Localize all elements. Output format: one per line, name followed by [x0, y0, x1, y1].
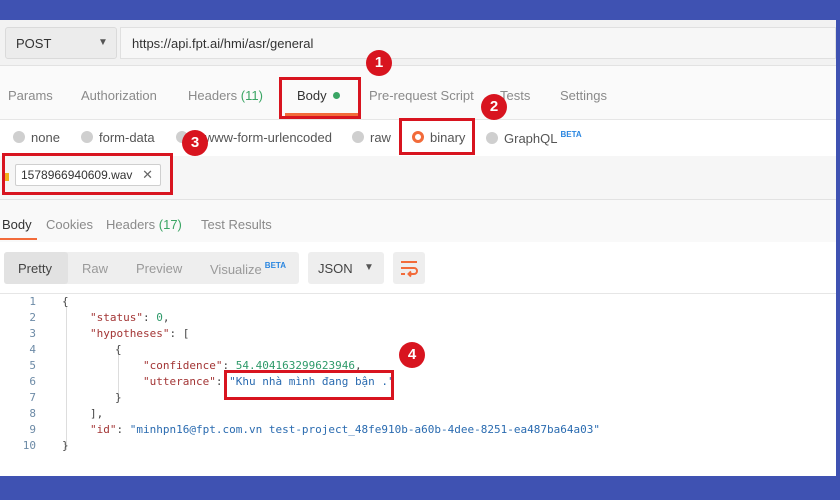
- format-toolbar: Pretty Raw Preview Visualize BETA JSON ▼: [0, 242, 836, 294]
- tab-settings[interactable]: Settings: [560, 88, 607, 103]
- chevron-down-icon: ▼: [98, 37, 108, 48]
- response-body-editor[interactable]: 1 { 2 "status": 0, 3 "hypotheses": [ 4 {…: [0, 294, 836, 476]
- step-badge-3: 3: [182, 130, 208, 156]
- method-label: POST: [16, 36, 52, 51]
- annotation-box-file: [2, 153, 173, 195]
- window-frame-bottom: [0, 476, 840, 500]
- language-select[interactable]: JSON ▼: [308, 252, 384, 284]
- tab-authorization[interactable]: Authorization: [81, 88, 157, 103]
- resp-tab-headers-label: Headers: [106, 217, 156, 232]
- language-label: JSON: [318, 261, 353, 276]
- radio-circle-icon: [81, 131, 93, 143]
- chevron-down-icon: ▼: [364, 262, 374, 273]
- tab-headers-count: (11): [240, 88, 263, 103]
- view-preview[interactable]: Preview: [136, 261, 182, 276]
- view-mode-group: Pretty Raw Preview Visualize BETA: [4, 252, 299, 284]
- url-text: https://api.fpt.ai/hmi/asr/general: [132, 36, 314, 51]
- view-visualize-label: Visualize: [210, 262, 262, 277]
- annotation-box-binary: [399, 118, 475, 155]
- radio-raw[interactable]: raw: [352, 130, 391, 145]
- radio-form-data-label: form-data: [99, 130, 155, 145]
- resp-tab-headers-count: (17): [158, 217, 182, 232]
- code-line: 9 "id": "minhpn16@fpt.com.vn test-projec…: [29, 423, 600, 436]
- code-line: 7 }: [29, 391, 122, 404]
- tab-headers[interactable]: Headers (11): [188, 88, 263, 103]
- request-bar: POST ▼ https://api.fpt.ai/hmi/asr/genera…: [0, 20, 836, 66]
- window-frame-right: [836, 0, 840, 500]
- code-line: 10 }: [22, 439, 69, 452]
- code-line: 3 "hypotheses": [: [29, 327, 190, 340]
- request-tabs: Params Authorization Headers (11) Body P…: [0, 66, 836, 120]
- code-line: 8 ],: [29, 407, 104, 420]
- url-input[interactable]: https://api.fpt.ai/hmi/asr/general: [120, 27, 836, 59]
- method-select[interactable]: POST ▼: [5, 27, 117, 59]
- resp-tab-cookies[interactable]: Cookies: [46, 217, 93, 232]
- annotation-box-utterance: [224, 370, 394, 400]
- beta-badge: BETA: [560, 130, 582, 139]
- radio-graphql-label: GraphQL: [504, 131, 558, 146]
- radio-circle-icon: [352, 131, 364, 143]
- view-visualize[interactable]: Visualize BETA: [210, 261, 286, 277]
- annotation-box-body-tab: [279, 77, 361, 119]
- radio-none[interactable]: none: [13, 130, 60, 145]
- window-frame-top: [0, 0, 840, 20]
- tab-headers-label: Headers: [188, 88, 238, 103]
- resp-tab-test-results[interactable]: Test Results: [201, 217, 272, 232]
- code-line: 1 {: [29, 295, 69, 308]
- tab-pre-request-script[interactable]: Pre-request Script: [369, 88, 474, 103]
- tab-params[interactable]: Params: [8, 88, 53, 103]
- step-badge-4: 4: [399, 342, 425, 368]
- radio-raw-label: raw: [370, 130, 391, 145]
- wrap-lines-icon: [401, 261, 418, 278]
- radio-urlencoded-label: x-www-form-urlencoded: [194, 130, 332, 145]
- resp-tab-body[interactable]: Body: [2, 217, 32, 232]
- wrap-lines-button[interactable]: [393, 252, 425, 284]
- step-badge-2: 2: [481, 94, 507, 120]
- radio-graphql[interactable]: GraphQL BETA: [486, 130, 582, 146]
- response-tabs: Body Cookies Headers (17) Test Results: [0, 200, 836, 242]
- code-line: 2 "status": 0,: [29, 311, 170, 324]
- code-line: 6 "utterance": "Khu nhà mình đang bận .": [29, 375, 395, 388]
- radio-circle-icon: [486, 132, 498, 144]
- radio-none-label: none: [31, 130, 60, 145]
- resp-active-tab-indicator: [0, 238, 37, 240]
- beta-badge: BETA: [264, 261, 286, 270]
- view-raw[interactable]: Raw: [82, 261, 108, 276]
- radio-circle-icon: [13, 131, 25, 143]
- step-badge-1: 1: [366, 50, 392, 76]
- view-pretty[interactable]: Pretty: [18, 261, 52, 276]
- resp-tab-headers[interactable]: Headers (17): [106, 217, 182, 232]
- radio-form-data[interactable]: form-data: [81, 130, 155, 145]
